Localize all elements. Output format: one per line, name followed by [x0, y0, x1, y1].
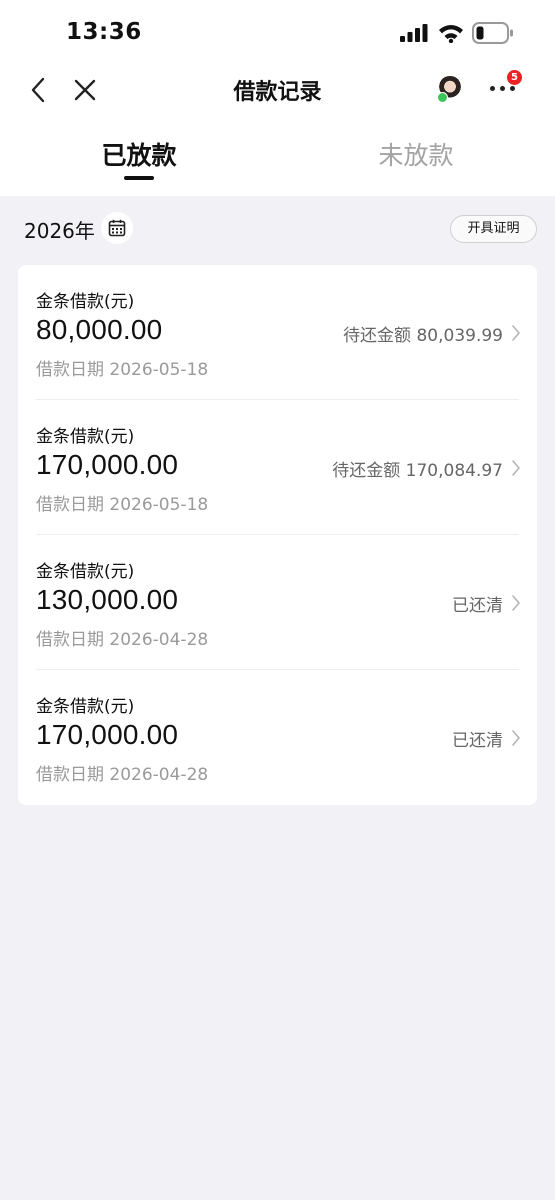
chevron-right-icon — [512, 730, 520, 746]
loan-type: 金条借款(元) — [36, 697, 135, 717]
chevron-right-icon — [512, 460, 520, 476]
loan-type: 金条借款(元) — [36, 292, 135, 312]
loan-amount: 170,000.00 — [36, 719, 179, 750]
loan-date: 借款日期 2026-05-18 — [36, 360, 209, 380]
loan-status: 待还金额 80,039.99 — [343, 326, 503, 346]
loan-date: 借款日期 2026-04-28 — [36, 765, 209, 785]
loan-row[interactable]: 金条借款(元) 170,000.00 借款日期 2026-04-28 已还清 — [18, 670, 537, 805]
loan-date: 借款日期 2026-04-28 — [36, 630, 209, 650]
close-icon[interactable] — [72, 77, 98, 103]
notification-badge: 5 — [507, 70, 522, 85]
more-dots-icon[interactable] — [488, 86, 518, 94]
tab-not-disbursed[interactable]: 未放款 — [336, 136, 496, 172]
loan-amount: 80,000.00 — [36, 314, 163, 345]
calendar-icon — [108, 219, 126, 237]
back-icon[interactable] — [26, 76, 52, 104]
loan-amount: 130,000.00 — [36, 584, 179, 615]
loan-row[interactable]: 金条借款(元) 130,000.00 借款日期 2026-04-28 已还清 — [18, 535, 537, 670]
loan-date: 借款日期 2026-05-18 — [36, 495, 209, 515]
chevron-right-icon — [512, 325, 520, 341]
battery-icon — [472, 22, 513, 44]
wifi-icon — [439, 25, 463, 43]
year-label: 2026年 — [24, 219, 95, 243]
issue-certificate-button[interactable]: 开具证明 — [450, 215, 537, 243]
loan-status: 待还金额 170,084.97 — [332, 461, 503, 481]
calendar-button[interactable] — [101, 212, 133, 244]
status-time: 13:36 — [66, 19, 142, 45]
loan-row[interactable]: 金条借款(元) 80,000.00 借款日期 2026-05-18 待还金额 8… — [18, 265, 537, 400]
loan-status: 已还清 — [452, 731, 503, 751]
tab-disbursed[interactable]: 已放款 — [59, 136, 219, 172]
loan-status: 已还清 — [452, 596, 503, 616]
loan-type: 金条借款(元) — [36, 562, 135, 582]
online-badge — [437, 92, 448, 103]
active-tab-indicator — [124, 176, 154, 180]
loan-amount: 170,000.00 — [36, 449, 179, 480]
chevron-right-icon — [512, 595, 520, 611]
loan-row[interactable]: 金条借款(元) 170,000.00 借款日期 2026-05-18 待还金额 … — [18, 400, 537, 535]
loan-list-card: 金条借款(元) 80,000.00 借款日期 2026-05-18 待还金额 8… — [18, 265, 537, 805]
loan-type: 金条借款(元) — [36, 427, 135, 447]
cellular-signal-icon — [400, 24, 428, 42]
